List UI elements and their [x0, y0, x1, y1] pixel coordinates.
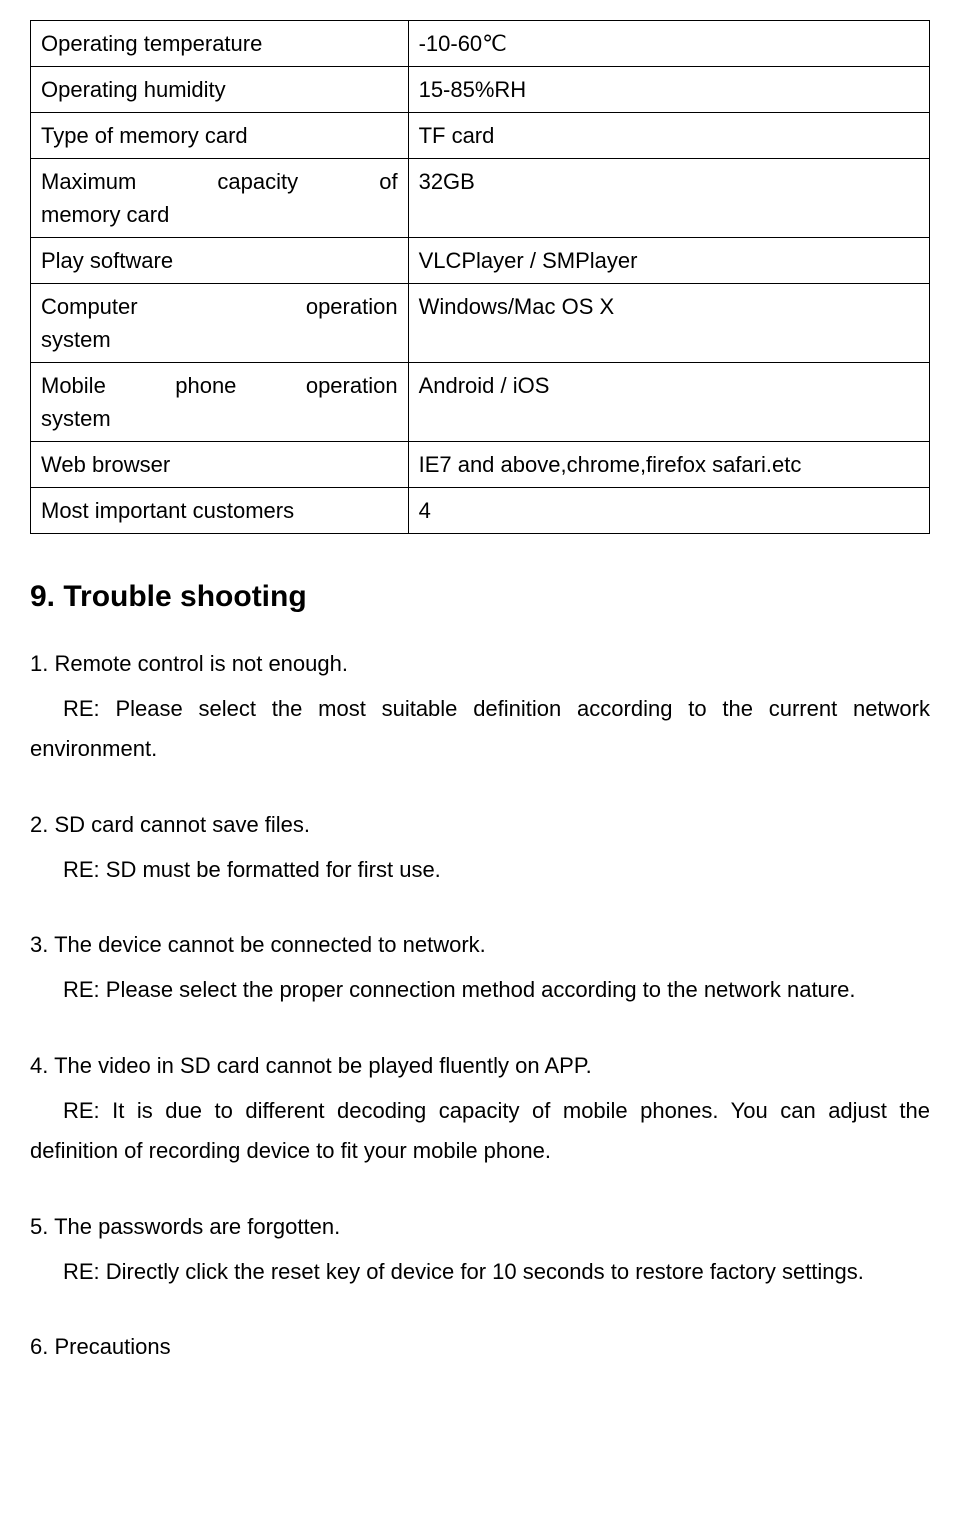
troubleshoot-item: 2. SD card cannot save files. RE: SD mus…: [30, 805, 930, 890]
table-cell: Operating humidity: [31, 67, 409, 113]
troubleshoot-item: 5. The passwords are forgotten. RE: Dire…: [30, 1207, 930, 1292]
answer-text: RE: Please select the proper connection …: [30, 970, 930, 1011]
answer-text: RE: It is due to different decoding capa…: [30, 1091, 930, 1172]
answer-text: RE: Directly click the reset key of devi…: [30, 1252, 930, 1293]
table-cell: Maximum capacity of memory card: [31, 159, 409, 238]
table-cell: Play software: [31, 238, 409, 284]
troubleshoot-item: 4. The video in SD card cannot be played…: [30, 1046, 930, 1172]
table-cell: Computer operation system: [31, 284, 409, 363]
question-text: 3. The device cannot be connected to net…: [30, 925, 930, 966]
table-cell: IE7 and above,chrome,firefox safari.etc: [408, 442, 929, 488]
question-text: 4. The video in SD card cannot be played…: [30, 1046, 930, 1087]
table-cell: Web browser: [31, 442, 409, 488]
answer-text: RE: SD must be formatted for first use.: [30, 850, 930, 891]
question-text: 2. SD card cannot save files.: [30, 805, 930, 846]
table-cell: -10-60℃: [408, 21, 929, 67]
table-cell: Most important customers: [31, 488, 409, 534]
troubleshoot-item: 1. Remote control is not enough. RE: Ple…: [30, 644, 930, 770]
table-cell: 4: [408, 488, 929, 534]
specifications-table: Operating temperature -10-60℃ Operating …: [30, 20, 930, 534]
table-cell: Type of memory card: [31, 113, 409, 159]
table-cell: 15-85%RH: [408, 67, 929, 113]
footer-heading: 6. Precautions: [30, 1327, 930, 1368]
table-cell: Windows/Mac OS X: [408, 284, 929, 363]
table-cell: Mobile phone operation system: [31, 363, 409, 442]
troubleshoot-item: 3. The device cannot be connected to net…: [30, 925, 930, 1010]
table-cell: Operating temperature: [31, 21, 409, 67]
table-cell: TF card: [408, 113, 929, 159]
table-cell: Android / iOS: [408, 363, 929, 442]
section-heading: 9. Trouble shooting: [30, 574, 930, 619]
table-cell: VLCPlayer / SMPlayer: [408, 238, 929, 284]
table-cell: 32GB: [408, 159, 929, 238]
answer-text: RE: Please select the most suitable defi…: [30, 689, 930, 770]
question-text: 1. Remote control is not enough.: [30, 644, 930, 685]
question-text: 5. The passwords are forgotten.: [30, 1207, 930, 1248]
